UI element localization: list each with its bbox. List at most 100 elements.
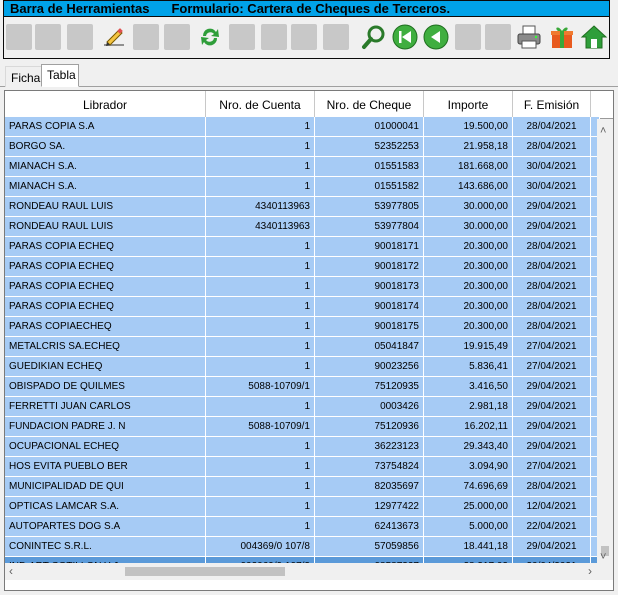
scroll-down-icon[interactable]: ˅: [600, 551, 606, 563]
importe-cell[interactable]: 29.343,40: [424, 437, 513, 457]
nro-cuenta-cell[interactable]: 5088-10709/1: [206, 377, 315, 397]
nro-cheque-cell[interactable]: 90018174: [315, 297, 424, 317]
librador-cell[interactable]: FERRETTI JUAN CARLOS: [5, 397, 206, 417]
nro-cuenta-cell[interactable]: 1: [206, 137, 315, 157]
nro-cheque-cell[interactable]: 75120935: [315, 377, 424, 397]
nro-cuenta-cell[interactable]: 1: [206, 257, 315, 277]
librador-cell[interactable]: MUNICIPALIDAD DE QUI: [5, 477, 206, 497]
vertical-scrollbar[interactable]: ˄ ˅: [597, 119, 613, 563]
nro-cheque-cell[interactable]: 73754824: [315, 457, 424, 477]
nro-cheque-cell[interactable]: 53977804: [315, 217, 424, 237]
nro-cheque-cell[interactable]: 75120936: [315, 417, 424, 437]
nro-cuenta-cell[interactable]: 1: [206, 437, 315, 457]
librador-cell[interactable]: OPTICAS LAMCAR S.A.: [5, 497, 206, 517]
f-emision-cell[interactable]: 29/04/2021: [513, 417, 591, 437]
f-emision-cell[interactable]: 28/04/2021: [513, 137, 591, 157]
table-row[interactable]: BORGO SA. 1 52352253 21.958,18 28/04/2021: [5, 137, 600, 157]
data-grid[interactable]: Librador Nro. de Cuenta Nro. de Cheque I…: [4, 90, 614, 591]
print-button[interactable]: [514, 21, 543, 53]
importe-cell[interactable]: 20.300,00: [424, 237, 513, 257]
nro-cuenta-cell[interactable]: 1: [206, 277, 315, 297]
refresh-button[interactable]: [195, 21, 224, 53]
film-button[interactable]: [227, 21, 256, 53]
importe-cell[interactable]: 30.000,00: [424, 217, 513, 237]
table-row[interactable]: MIANACH S.A. 1 01551583 181.668,00 30/04/202…: [5, 157, 600, 177]
nro-cheque-cell[interactable]: 90018171: [315, 237, 424, 257]
nro-cuenta-cell[interactable]: 1: [206, 157, 315, 177]
f-emision-cell[interactable]: 22/04/2021: [513, 517, 591, 537]
librador-cell[interactable]: HOS EVITA PUEBLO BER: [5, 457, 206, 477]
nro-cheque-cell[interactable]: 01551583: [315, 157, 424, 177]
tab-tabla[interactable]: Tabla: [41, 64, 79, 87]
f-emision-cell[interactable]: 30/04/2021: [513, 157, 591, 177]
nro-cheque-cell[interactable]: 62413673: [315, 517, 424, 537]
table-row[interactable]: FERRETTI JUAN CARLOS 1 0003426 2.981,18 29/0…: [5, 397, 600, 417]
librador-cell[interactable]: MIANACH S.A.: [5, 177, 206, 197]
delete-button[interactable]: [131, 21, 160, 53]
table-row[interactable]: PARAS COPIA ECHEQ 1 90018173 20.300,00 28/04…: [5, 277, 600, 297]
gift-button[interactable]: [547, 21, 576, 53]
f-emision-cell[interactable]: 27/04/2021: [513, 457, 591, 477]
scroll-right-icon[interactable]: ›: [588, 564, 592, 578]
f-emision-cell[interactable]: 29/04/2021: [513, 377, 591, 397]
nro-cheque-cell[interactable]: 05041847: [315, 337, 424, 357]
nro-cuenta-cell[interactable]: 1: [206, 317, 315, 337]
f-emision-cell[interactable]: 29/04/2021: [513, 537, 591, 557]
importe-cell[interactable]: 143.686,00: [424, 177, 513, 197]
importe-cell[interactable]: 19.915,49: [424, 337, 513, 357]
table-row[interactable]: MIANACH S.A. 1 01551582 143.686,00 30/04/202…: [5, 177, 600, 197]
importe-cell[interactable]: 25.000,00: [424, 497, 513, 517]
table-row[interactable]: PARAS COPIA ECHEQ 1 90018174 20.300,00 28/04…: [5, 297, 600, 317]
blank-button[interactable]: [321, 21, 350, 53]
importe-cell[interactable]: 181.668,00: [424, 157, 513, 177]
librador-cell[interactable]: GUEDIKIAN ECHEQ: [5, 357, 206, 377]
save-button[interactable]: [33, 21, 62, 53]
horizontal-scrollbar[interactable]: ‹ ›: [5, 563, 597, 580]
f-emision-cell[interactable]: 27/04/2021: [513, 337, 591, 357]
nro-cheque-cell[interactable]: 12977422: [315, 497, 424, 517]
importe-cell[interactable]: 3.094,90: [424, 457, 513, 477]
nro-cheque-cell[interactable]: 53977805: [315, 197, 424, 217]
nro-cuenta-cell[interactable]: 1: [206, 297, 315, 317]
nro-cuenta-cell[interactable]: 1: [206, 517, 315, 537]
table-row[interactable]: OCUPACIONAL ECHEQ 1 36223123 29.343,40 29/04…: [5, 437, 600, 457]
table-row[interactable]: GUEDIKIAN ECHEQ 1 90023256 5.836,41 27/04/20…: [5, 357, 600, 377]
nro-cuenta-cell[interactable]: 1: [206, 237, 315, 257]
f-emision-cell[interactable]: 27/04/2021: [513, 357, 591, 377]
table-row[interactable]: OBISPADO DE QUILMES 5088-10709/1 75120935 3…: [5, 377, 600, 397]
librador-cell[interactable]: PARAS COPIA ECHEQ: [5, 257, 206, 277]
f-emision-cell[interactable]: 28/04/2021: [513, 297, 591, 317]
column-header-f-emision[interactable]: F. Emisión: [513, 91, 591, 119]
librador-cell[interactable]: PARAS COPIA ECHEQ: [5, 237, 206, 257]
nro-cuenta-cell[interactable]: 1: [206, 457, 315, 477]
f-emision-cell[interactable]: 28/04/2021: [513, 277, 591, 297]
nro-cheque-cell[interactable]: 57059856: [315, 537, 424, 557]
importe-cell[interactable]: 3.416,50: [424, 377, 513, 397]
nro-cuenta-cell[interactable]: 5088-10709/1: [206, 417, 315, 437]
importe-cell[interactable]: 30.000,00: [424, 197, 513, 217]
f-emision-cell[interactable]: 28/04/2021: [513, 257, 591, 277]
nro-cheque-cell[interactable]: 52352253: [315, 137, 424, 157]
librador-cell[interactable]: PARAS COPIA ECHEQ: [5, 297, 206, 317]
edit-button[interactable]: [99, 21, 128, 53]
nro-cheque-cell[interactable]: 0003426: [315, 397, 424, 417]
librador-cell[interactable]: RONDEAU RAUL LUIS: [5, 217, 206, 237]
importe-cell[interactable]: 5.836,41: [424, 357, 513, 377]
librador-cell[interactable]: PARAS COPIA S.A: [5, 117, 206, 137]
undo-button[interactable]: [162, 21, 191, 53]
nro-cuenta-cell[interactable]: 1: [206, 477, 315, 497]
f-emision-cell[interactable]: 28/04/2021: [513, 317, 591, 337]
table-row[interactable]: METALCRIS SA.ECHEQ 1 05041847 19.915,49 27/0…: [5, 337, 600, 357]
importe-cell[interactable]: 20.300,00: [424, 317, 513, 337]
table-row[interactable]: RONDEAU RAUL LUIS 4340113963 53977805 30.00…: [5, 197, 600, 217]
save-as-button[interactable]: [65, 21, 94, 53]
table-row[interactable]: MUNICIPALIDAD DE QUI 1 82035697 74.696,69 28…: [5, 477, 600, 497]
f-emision-cell[interactable]: 29/04/2021: [513, 397, 591, 417]
nro-cheque-cell[interactable]: 36223123: [315, 437, 424, 457]
table-row[interactable]: CONINTEC S.R.L. 004369/0 107/8 57059856 18.…: [5, 537, 600, 557]
f-emision-cell[interactable]: 28/04/2021: [513, 237, 591, 257]
nro-cheque-cell[interactable]: 90018172: [315, 257, 424, 277]
table-row[interactable]: RONDEAU RAUL LUIS 4340113963 53977804 30.00…: [5, 217, 600, 237]
librador-cell[interactable]: OCUPACIONAL ECHEQ: [5, 437, 206, 457]
horizontal-scroll-thumb[interactable]: [125, 567, 285, 576]
